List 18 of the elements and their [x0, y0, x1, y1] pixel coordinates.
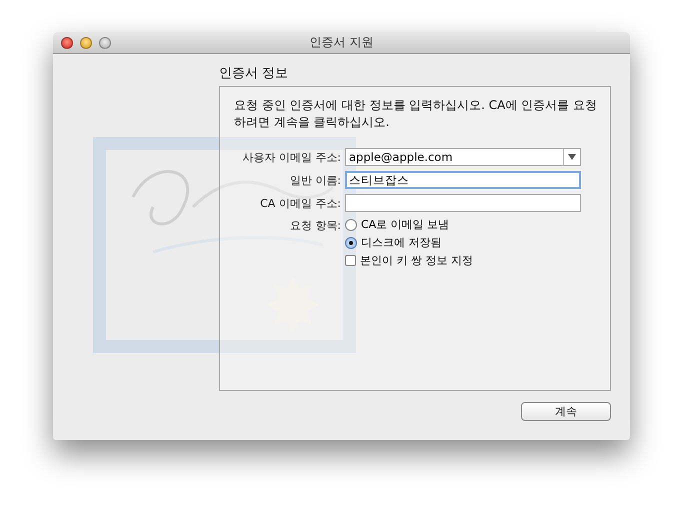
minimize-button[interactable] — [80, 36, 92, 48]
section-title: 인증서 정보 — [219, 65, 290, 82]
input-field[interactable] — [345, 194, 581, 212]
field-label: 일반 이름: — [288, 172, 341, 188]
window-title: 인증서 지원 — [310, 34, 374, 51]
field-label: 요청 항목: — [288, 218, 341, 233]
description-text: 요청 중인 인증서에 대한 정보를 입력하십시오. CA에 인증서를 요청하려면 계속을 클릭하십시오. — [234, 97, 598, 131]
continue-button[interactable]: 계속 — [521, 402, 611, 421]
field-label: 사용자 이메일 주소: — [241, 150, 341, 164]
checkbox-label: 본인이 키 쌍 정보 지정 — [360, 253, 473, 268]
checkbox[interactable] — [345, 255, 356, 266]
email-dropdown[interactable]: apple@apple.com — [345, 148, 581, 166]
close-button[interactable] — [61, 36, 73, 48]
zoom-button[interactable] — [99, 36, 111, 48]
radio-label: CA로 이메일 보냄 — [361, 217, 450, 232]
field-label: CA 이메일 주소: — [259, 196, 341, 210]
radio-label: 디스크에 저장됨 — [361, 235, 442, 250]
input-field[interactable]: 스티브잡스 — [345, 171, 581, 189]
